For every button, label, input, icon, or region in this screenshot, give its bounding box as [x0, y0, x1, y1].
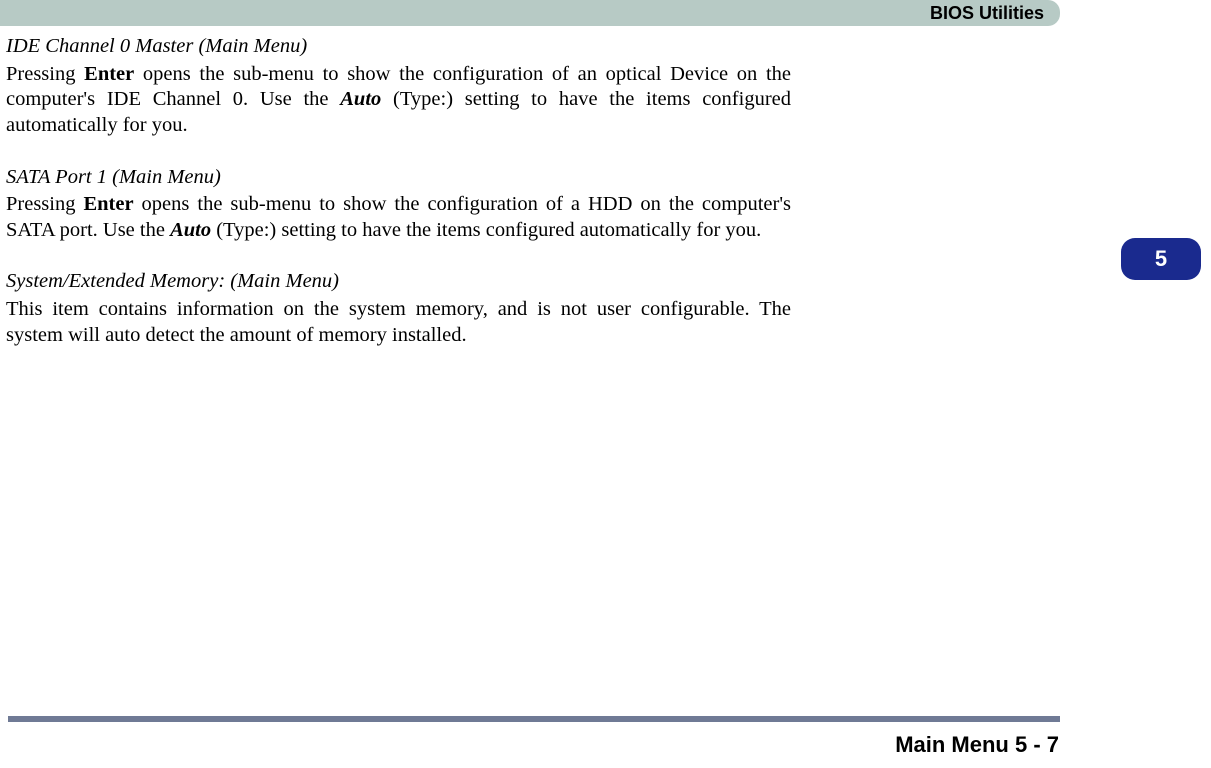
text-bold-enter: Enter	[83, 193, 133, 215]
section-heading-memory: System/Extended Memory: (Main Menu)	[6, 269, 791, 295]
header-bar: BIOS Utilities	[0, 0, 1060, 26]
chapter-number: 5	[1155, 246, 1167, 272]
text-bold-enter: Enter	[84, 63, 134, 85]
text-fragment: This item contains information on the sy…	[6, 298, 791, 346]
text-fragment: Pressing	[6, 193, 83, 215]
text-fragment: (Type:) setting to have the items config…	[211, 219, 761, 241]
footer-rule	[8, 716, 1060, 722]
section-heading-ide: IDE Channel 0 Master (Main Menu)	[6, 34, 791, 60]
content-area: IDE Channel 0 Master (Main Menu) Pressin…	[6, 34, 791, 348]
section-paragraph-ide: Pressing Enter opens the sub-menu to sho…	[6, 62, 791, 139]
footer-text: Main Menu 5 - 7	[895, 732, 1059, 758]
header-title: BIOS Utilities	[930, 0, 1044, 26]
page: BIOS Utilities 5 IDE Channel 0 Master (M…	[0, 0, 1211, 768]
spacer	[6, 243, 791, 269]
text-bolditalic-auto: Auto	[170, 219, 211, 241]
section-paragraph-sata: Pressing Enter opens the sub-menu to sho…	[6, 192, 791, 243]
text-bolditalic-auto: Auto	[340, 88, 381, 110]
section-heading-sata: SATA Port 1 (Main Menu)	[6, 165, 791, 191]
spacer	[6, 139, 791, 165]
chapter-tab: 5	[1121, 238, 1201, 280]
text-fragment: Pressing	[6, 63, 84, 85]
section-paragraph-memory: This item contains information on the sy…	[6, 297, 791, 348]
